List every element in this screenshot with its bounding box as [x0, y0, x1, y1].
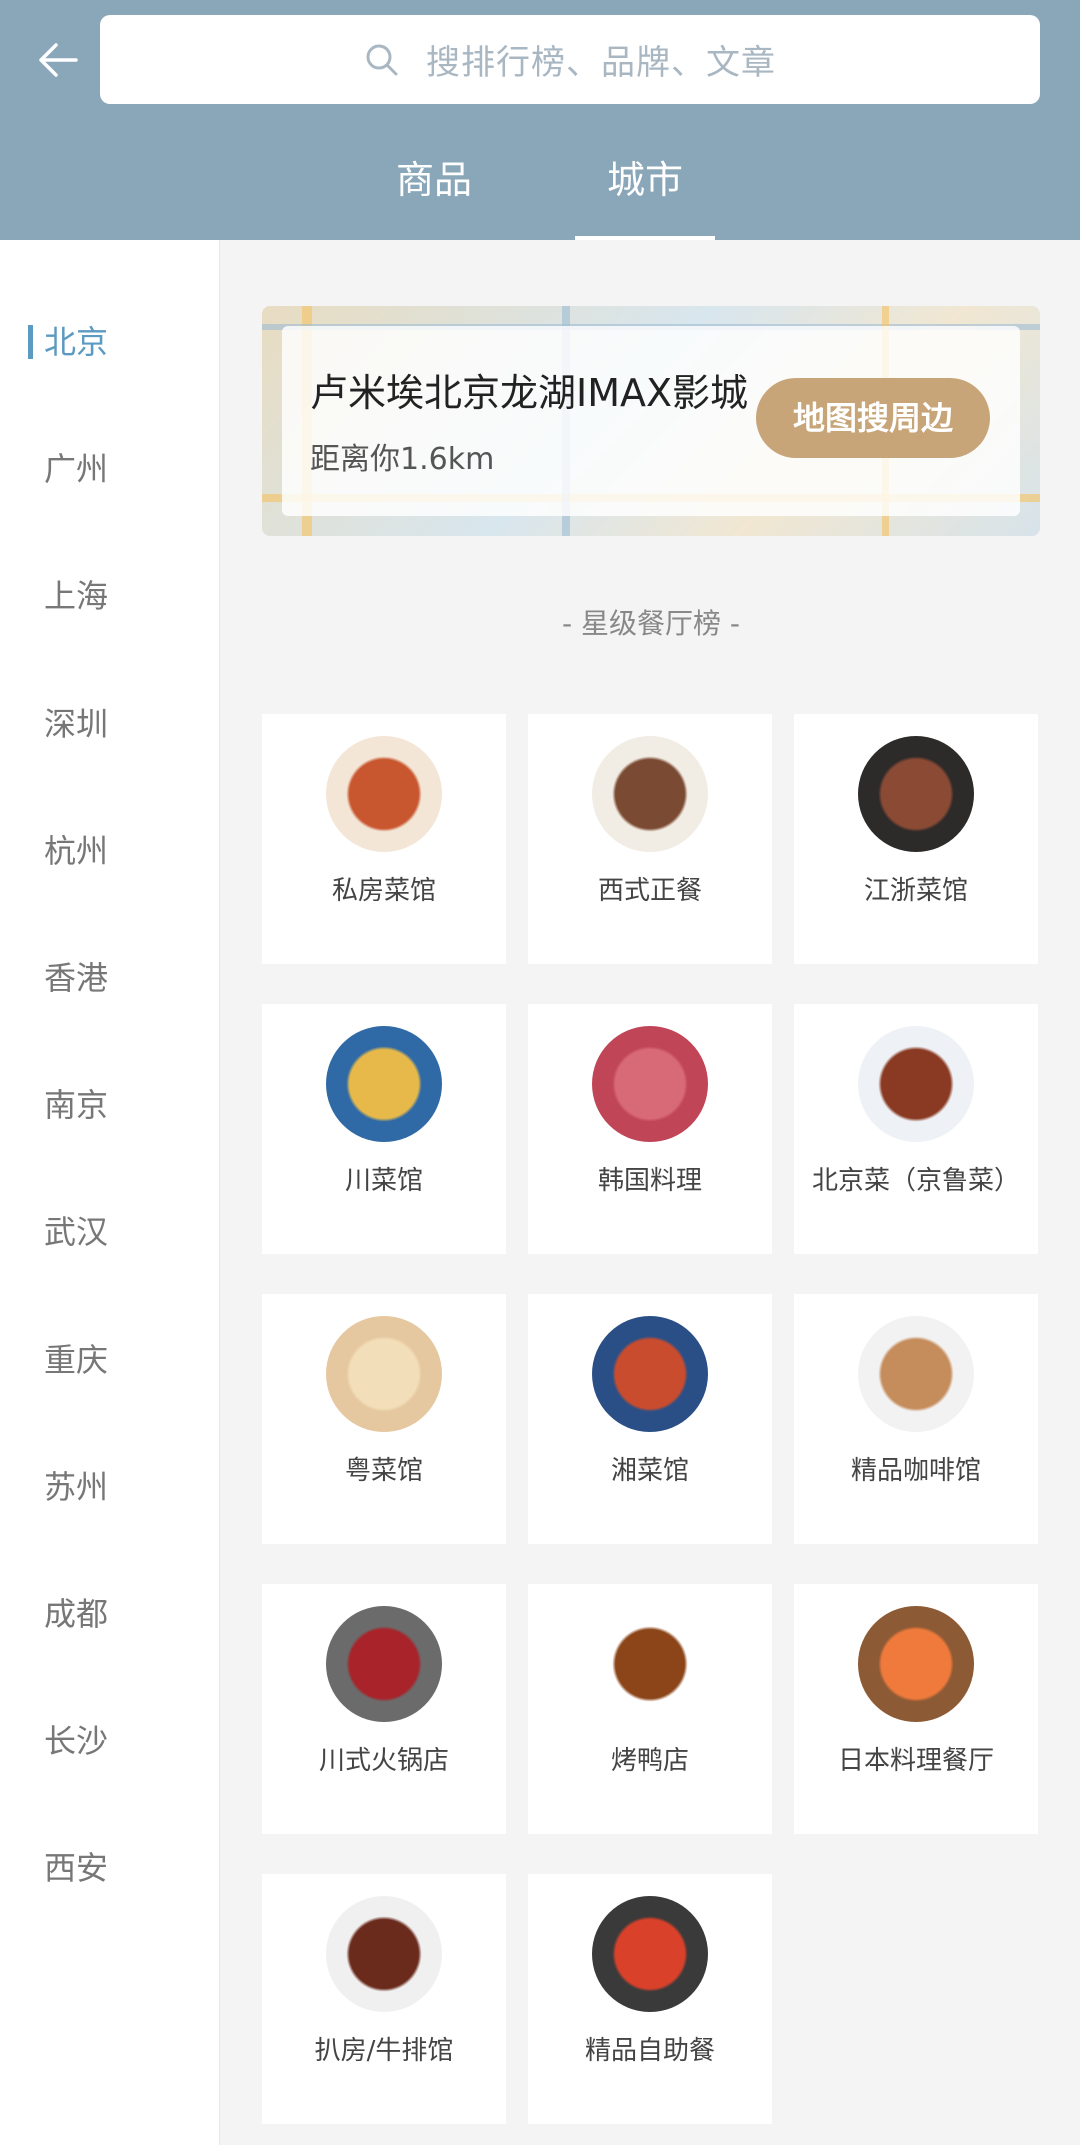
- category-card[interactable]: 湘菜馆: [528, 1294, 772, 1544]
- sidebar-city-item[interactable]: 重庆: [44, 1330, 108, 1390]
- category-card[interactable]: 韩国料理: [528, 1004, 772, 1254]
- sidebar-city-item[interactable]: 上海: [44, 566, 108, 626]
- sidebar-city-item[interactable]: 成都: [44, 1584, 108, 1644]
- sidebar-city-item[interactable]: 武汉: [44, 1202, 108, 1262]
- sidebar-city-item[interactable]: 杭州: [44, 821, 108, 881]
- sichuan-dish-icon: [326, 1026, 442, 1142]
- category-label: 江浙菜馆: [863, 876, 968, 906]
- search-placeholder: 搜排行榜、品牌、文章: [426, 43, 776, 83]
- category-label: 韩国料理: [597, 1166, 702, 1196]
- category-label: 湘菜馆: [610, 1456, 689, 1486]
- search-icon: [366, 44, 398, 75]
- category-label: 西式正餐: [597, 876, 702, 906]
- section-title: - 星级餐厅榜 -: [561, 607, 740, 640]
- category-label: 北京菜（京鲁菜）: [811, 1166, 1020, 1196]
- location-distance: 距离你1.6km: [310, 442, 495, 477]
- sidebar-city-item[interactable]: 长沙: [44, 1711, 108, 1771]
- cantonese-chicken-dish-icon: [326, 1316, 442, 1432]
- category-label: 川式火锅店: [318, 1746, 449, 1776]
- map-search-nearby-button[interactable]: 地图搜周边: [756, 378, 990, 458]
- category-label: 精品咖啡馆: [850, 1456, 981, 1486]
- buffet-dish-icon: [592, 1896, 708, 2012]
- sidebar-city-item[interactable]: 北京: [44, 312, 108, 372]
- top-header: 搜排行榜、品牌、文章 商品 城市: [0, 0, 1080, 240]
- back-arrow-icon[interactable]: [34, 36, 82, 84]
- sidebar-city-item[interactable]: 深圳: [44, 694, 108, 754]
- active-city-indicator: [28, 325, 33, 359]
- category-card[interactable]: 江浙菜馆: [794, 714, 1038, 964]
- western-steak-dish-icon: [592, 736, 708, 852]
- sidebar-city-item[interactable]: 南京: [44, 1075, 108, 1135]
- roast-duck-icon: [592, 1606, 708, 1722]
- city-sidebar: 北京广州上海深圳杭州香港南京武汉重庆苏州成都长沙西安: [0, 240, 220, 2145]
- beijing-dish-icon: [858, 1026, 974, 1142]
- category-card[interactable]: 扒房/牛排馆: [262, 1874, 506, 2124]
- category-label: 精品自助餐: [584, 2036, 715, 2066]
- hotpot-icon: [326, 1606, 442, 1722]
- category-card[interactable]: 精品自助餐: [528, 1874, 772, 2124]
- category-card[interactable]: 北京菜（京鲁菜）: [794, 1004, 1038, 1254]
- main-content: 卢米埃北京龙湖IMAX影城 距离你1.6km 地图搜周边 - 星级餐厅榜 - 私…: [220, 240, 1080, 2145]
- sidebar-city-item[interactable]: 香港: [44, 948, 108, 1008]
- category-card[interactable]: 精品咖啡馆: [794, 1294, 1038, 1544]
- sushi-dish-icon: [858, 1606, 974, 1722]
- location-name: 卢米埃北京龙湖IMAX影城: [310, 371, 749, 415]
- category-card[interactable]: 川菜馆: [262, 1004, 506, 1254]
- coffee-latte-icon: [858, 1316, 974, 1432]
- sidebar-city-item[interactable]: 西安: [44, 1838, 108, 1898]
- tab-bar: 商品 城市: [0, 140, 1080, 240]
- category-label: 川菜馆: [344, 1166, 423, 1196]
- tab-city-label: 城市: [606, 158, 683, 202]
- category-card[interactable]: 烤鸭店: [528, 1584, 772, 1834]
- private-kitchen-dish-icon: [326, 736, 442, 852]
- category-card[interactable]: 日本料理餐厅: [794, 1584, 1038, 1834]
- category-label: 扒房/牛排馆: [314, 2036, 454, 2066]
- steakhouse-dish-icon: [326, 1896, 442, 2012]
- category-label: 日本料理餐厅: [837, 1746, 994, 1776]
- location-info-panel: 卢米埃北京龙湖IMAX影城 距离你1.6km 地图搜周边: [282, 326, 1020, 516]
- korean-beef-dish-icon: [592, 1026, 708, 1142]
- location-card[interactable]: 卢米埃北京龙湖IMAX影城 距离你1.6km 地图搜周边: [262, 306, 1040, 536]
- category-label: 粤菜馆: [344, 1456, 423, 1486]
- search-bar[interactable]: 搜排行榜、品牌、文章: [100, 15, 1040, 104]
- category-card[interactable]: 私房菜馆: [262, 714, 506, 964]
- tab-city[interactable]: 城市: [575, 140, 715, 240]
- category-card[interactable]: 粤菜馆: [262, 1294, 506, 1544]
- sidebar-city-item[interactable]: 苏州: [44, 1457, 108, 1517]
- hunan-dish-icon: [592, 1316, 708, 1432]
- category-label: 私房菜馆: [331, 876, 436, 906]
- category-label: 烤鸭店: [610, 1746, 689, 1776]
- category-card[interactable]: 西式正餐: [528, 714, 772, 964]
- sidebar-city-item[interactable]: 广州: [44, 439, 108, 499]
- category-card[interactable]: 川式火锅店: [262, 1584, 506, 1834]
- jiangzhe-dish-icon: [858, 736, 974, 852]
- tab-goods[interactable]: 商品: [384, 140, 484, 240]
